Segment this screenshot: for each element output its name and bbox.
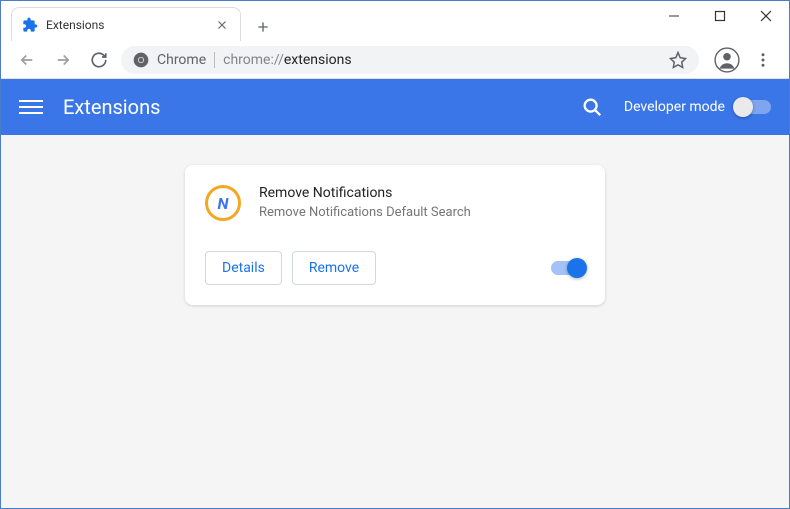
hamburger-menu-icon[interactable] <box>19 95 43 119</box>
extension-enable-toggle[interactable] <box>551 261 585 275</box>
close-icon[interactable] <box>214 17 230 33</box>
tab-extensions[interactable]: Extensions <box>11 7 241 41</box>
extension-card: N Remove Notifications Remove Notificati… <box>185 165 605 305</box>
omnibox-url: chrome://extensions <box>223 52 661 68</box>
puzzle-icon <box>22 17 38 33</box>
omnibox[interactable]: Chrome chrome://extensions <box>121 46 699 74</box>
remove-button[interactable]: Remove <box>292 251 376 285</box>
close-window-button[interactable] <box>743 1 789 31</box>
omnibox-label: Chrome <box>157 52 215 68</box>
card-actions: Details Remove <box>205 251 585 285</box>
extension-description: Remove Notifications Default Search <box>259 205 585 220</box>
title-bar: Extensions <box>1 1 789 41</box>
forward-button[interactable] <box>49 46 77 74</box>
reload-button[interactable] <box>85 46 113 74</box>
card-header: N Remove Notifications Remove Notificati… <box>205 185 585 221</box>
page-title: Extensions <box>63 95 580 119</box>
extension-icon: N <box>205 185 241 221</box>
chrome-icon <box>133 52 149 68</box>
extension-info: Remove Notifications Remove Notification… <box>259 185 585 221</box>
window-controls <box>651 1 789 31</box>
back-button[interactable] <box>13 46 41 74</box>
extensions-body: N Remove Notifications Remove Notificati… <box>1 135 789 508</box>
profile-button[interactable] <box>713 46 741 74</box>
tab-title: Extensions <box>46 18 214 32</box>
browser-window: Extensions <box>0 0 790 509</box>
new-tab-button[interactable] <box>249 13 277 41</box>
bookmark-star-icon[interactable] <box>669 51 687 69</box>
kebab-menu-icon[interactable] <box>749 46 777 74</box>
extension-name: Remove Notifications <box>259 185 585 201</box>
maximize-button[interactable] <box>697 1 743 31</box>
developer-mode-label: Developer mode <box>624 99 725 115</box>
details-button[interactable]: Details <box>205 251 282 285</box>
toolbar: Chrome chrome://extensions <box>1 41 789 79</box>
content-area: Extensions Developer mode N Remove Notif… <box>1 79 789 508</box>
developer-mode-toggle[interactable] <box>735 100 771 114</box>
minimize-button[interactable] <box>651 1 697 31</box>
extensions-header: Extensions Developer mode <box>1 79 789 135</box>
search-icon[interactable] <box>580 95 604 119</box>
